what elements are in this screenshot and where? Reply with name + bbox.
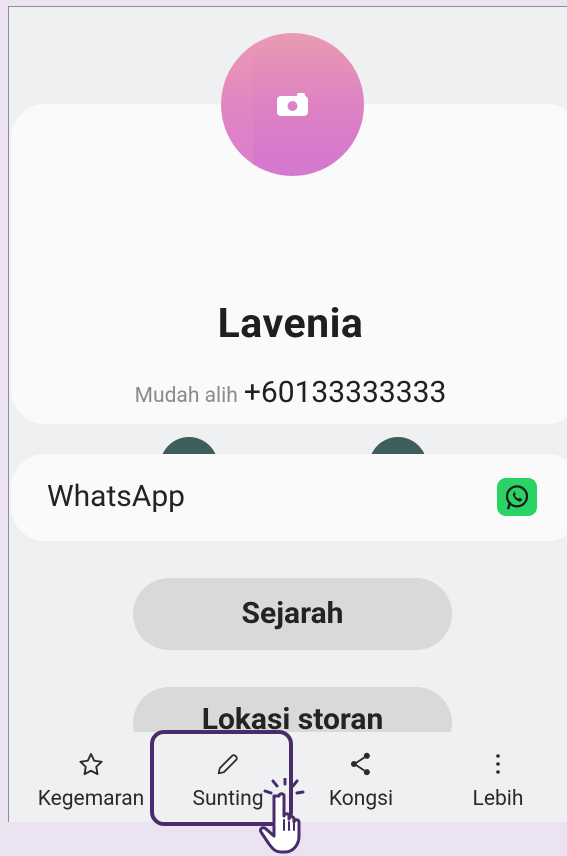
history-button[interactable]: Sejarah [133, 578, 452, 650]
nav-favourite-label: Kegemaran [37, 787, 145, 811]
nav-more-label: Lebih [472, 787, 524, 811]
contact-name: Lavenia [217, 300, 364, 348]
contact-avatar[interactable] [221, 33, 364, 176]
whatsapp-label: WhatsApp [47, 479, 186, 514]
phone-number-row[interactable]: Mudah alih +60133333333 [11, 375, 567, 410]
tap-hand-cursor-icon [259, 778, 305, 854]
whatsapp-icon[interactable] [497, 478, 537, 516]
whatsapp-row[interactable]: WhatsApp [11, 454, 567, 541]
star-icon [79, 753, 103, 776]
avatar-shade [253, 33, 364, 176]
contact-screen: Lavenia Mudah alih+60133333333 WhatsApp [8, 6, 567, 822]
share-icon [350, 752, 370, 776]
camera-icon [277, 93, 308, 116]
more-vertical-icon [496, 754, 500, 774]
phone-type-label: Mudah alih [134, 384, 238, 408]
whatsapp-glyph-icon [505, 485, 529, 510]
phone-number[interactable]: +60133333333 [244, 375, 447, 410]
